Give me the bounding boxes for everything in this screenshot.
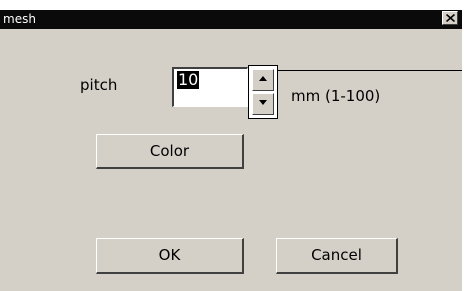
spin-down-button[interactable] <box>252 93 274 115</box>
dialog-body: pitch 10 mm (1-100) Color OK Cancel <box>0 29 463 291</box>
title-bar-strip[interactable]: mesh <box>0 10 462 29</box>
pitch-label: pitch <box>80 76 118 94</box>
close-icon <box>446 14 455 22</box>
unit-label: mm (1-100) <box>291 87 381 105</box>
color-button[interactable]: Color <box>96 134 244 169</box>
mesh-dialog: mesh pitch 10 mm (1-100) Color OK Cancel <box>0 0 464 291</box>
cancel-button[interactable]: Cancel <box>276 238 398 274</box>
separator-line <box>278 70 462 71</box>
spin-up-button[interactable] <box>252 69 274 91</box>
ok-button[interactable]: OK <box>96 238 244 274</box>
pitch-value: 10 <box>177 70 200 89</box>
window-title: mesh <box>3 12 36 26</box>
up-arrow-icon <box>259 76 267 81</box>
pitch-input[interactable]: 10 <box>172 67 248 107</box>
close-button[interactable] <box>442 11 458 25</box>
pitch-spinner[interactable] <box>248 65 278 119</box>
down-arrow-icon <box>259 100 267 105</box>
